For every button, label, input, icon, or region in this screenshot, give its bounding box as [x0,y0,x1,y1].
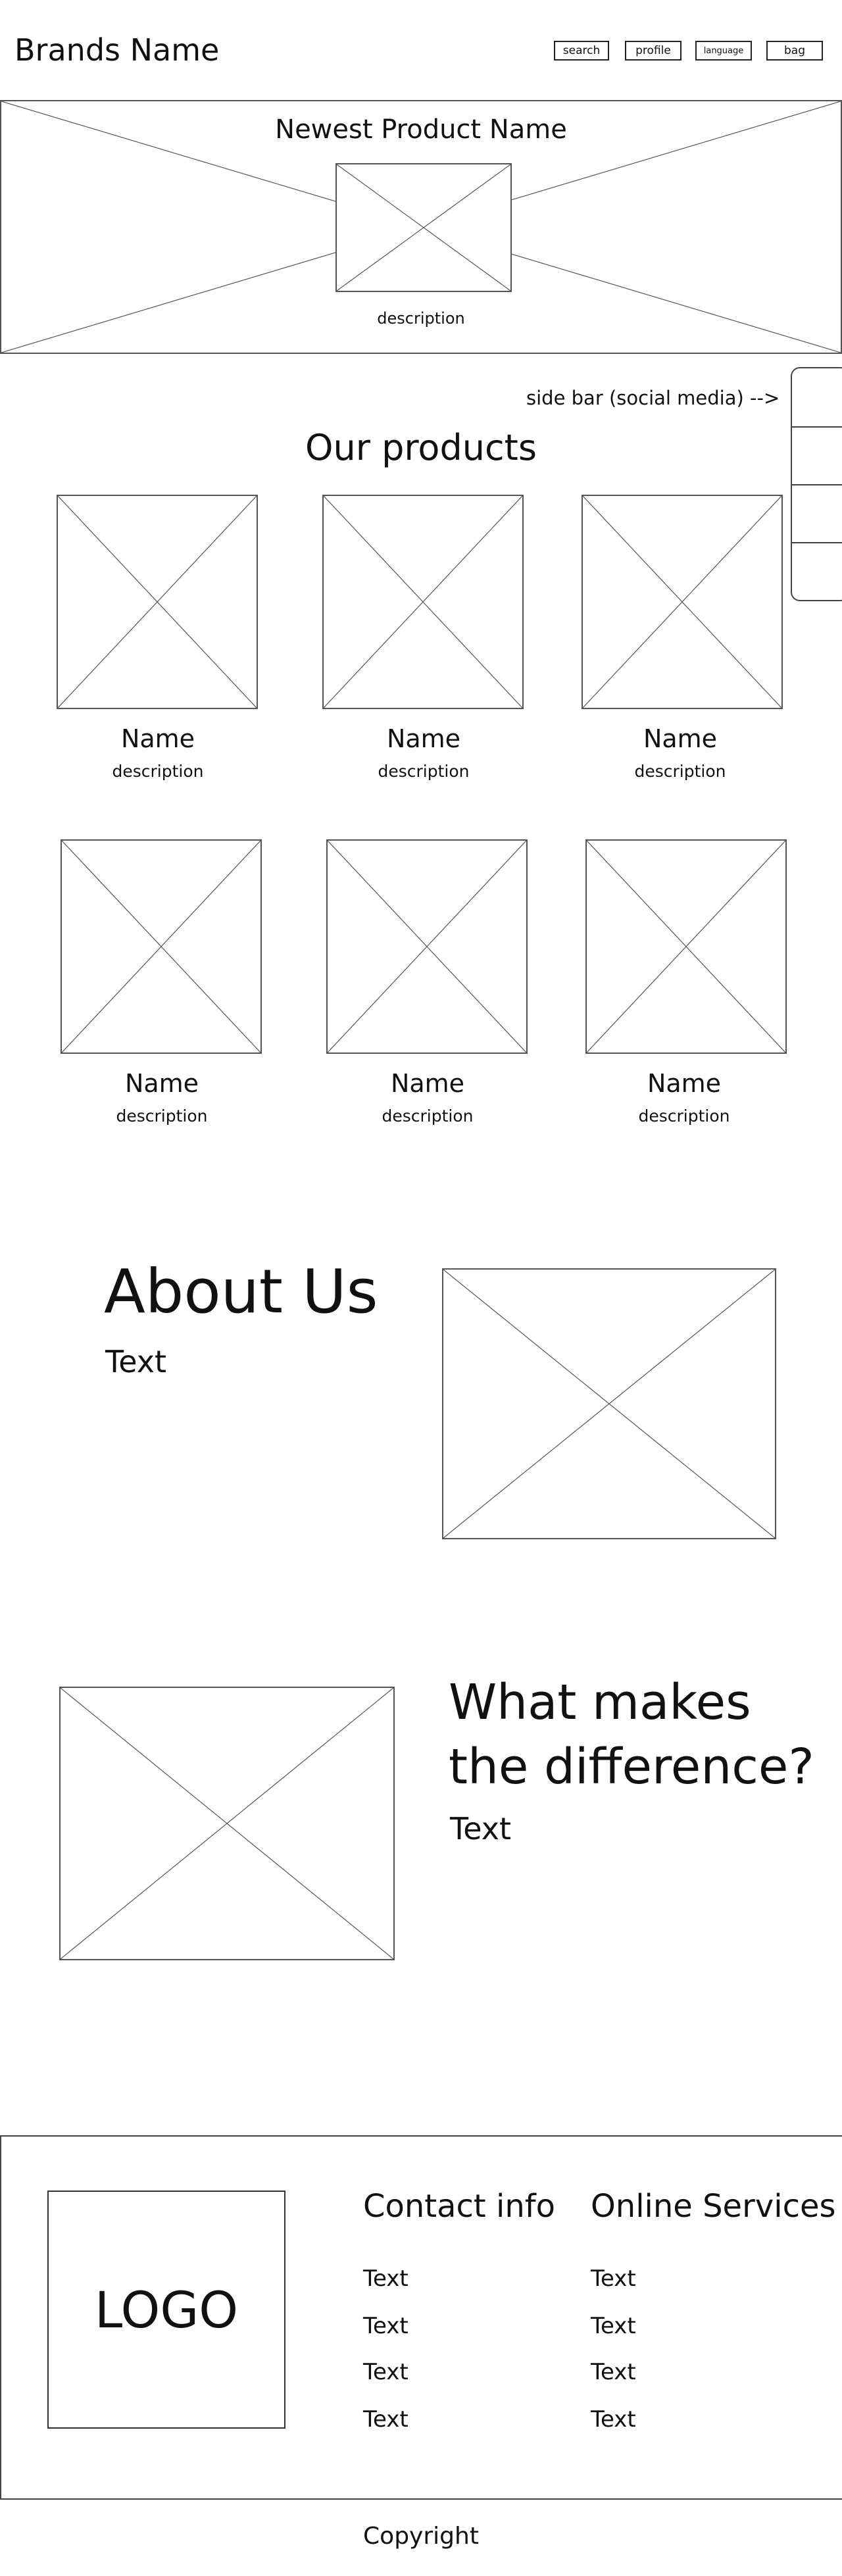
sidebar-social-item-2[interactable] [792,428,842,485]
difference-text: Text [450,1811,512,1846]
copyright: Copyright [363,2523,479,2550]
contact-item-3[interactable]: Text [363,2358,409,2387]
services-item-3[interactable]: Text [591,2358,636,2387]
social-sidebar [791,367,842,601]
product-image-1[interactable] [57,495,258,709]
product-image-2[interactable] [322,495,524,709]
product-image-4[interactable] [61,839,262,1054]
search-button[interactable]: search [554,41,609,61]
product-description-1: description [112,762,204,781]
contact-item-1[interactable]: Text [363,2264,409,2293]
about-image [442,1268,776,1539]
footer-logo: LOGO [94,2280,239,2339]
language-button[interactable]: language [695,41,752,61]
contact-item-4[interactable]: Text [363,2405,409,2434]
product-description-5: description [382,1106,474,1126]
footer-left-border [0,2135,1,2500]
hero-title: Newest Product Name [275,114,567,145]
product-image-5[interactable] [326,839,528,1054]
contact-heading: Contact info [363,2188,556,2225]
product-image-6[interactable] [585,839,787,1054]
footer-logo-box[interactable]: LOGO [47,2191,285,2429]
sidebar-social-item-3[interactable] [792,485,842,543]
services-item-2[interactable]: Text [591,2312,636,2341]
bag-button[interactable]: bag [766,41,823,61]
products-heading: Our products [305,427,537,468]
services-item-1[interactable]: Text [591,2264,636,2293]
profile-button[interactable]: profile [625,41,681,61]
services-heading: Online Services [591,2188,836,2225]
sidebar-social-item-4[interactable] [792,543,842,600]
about-text: Text [105,1344,167,1379]
product-name-5: Name [390,1069,465,1098]
hero-description: description [377,309,465,328]
product-description-4: description [116,1106,208,1126]
sidebar-social-item-1[interactable] [792,368,842,428]
product-description-6: description [638,1106,730,1126]
sidebar-annotation: side bar (social media) --> [526,387,780,409]
difference-image [59,1687,395,1960]
product-name-4: Name [124,1069,199,1098]
product-description-2: description [378,762,470,781]
difference-heading-line2: the difference? [449,1739,814,1795]
product-description-3: description [634,762,726,781]
product-name-2: Name [386,724,461,753]
footer-bottom-border [0,2498,842,2500]
product-name-6: Name [647,1069,722,1098]
product-image-3[interactable] [582,495,783,709]
product-name-1: Name [120,724,195,753]
footer-top-border [0,2135,842,2137]
about-heading: About Us [104,1256,378,1327]
services-item-4[interactable]: Text [591,2405,636,2434]
difference-heading-line1: What makes [449,1674,751,1731]
contact-item-2[interactable]: Text [363,2312,409,2341]
product-name-3: Name [643,724,718,753]
hero-product-image [335,163,512,292]
brand-name: Brands Name [14,32,220,68]
